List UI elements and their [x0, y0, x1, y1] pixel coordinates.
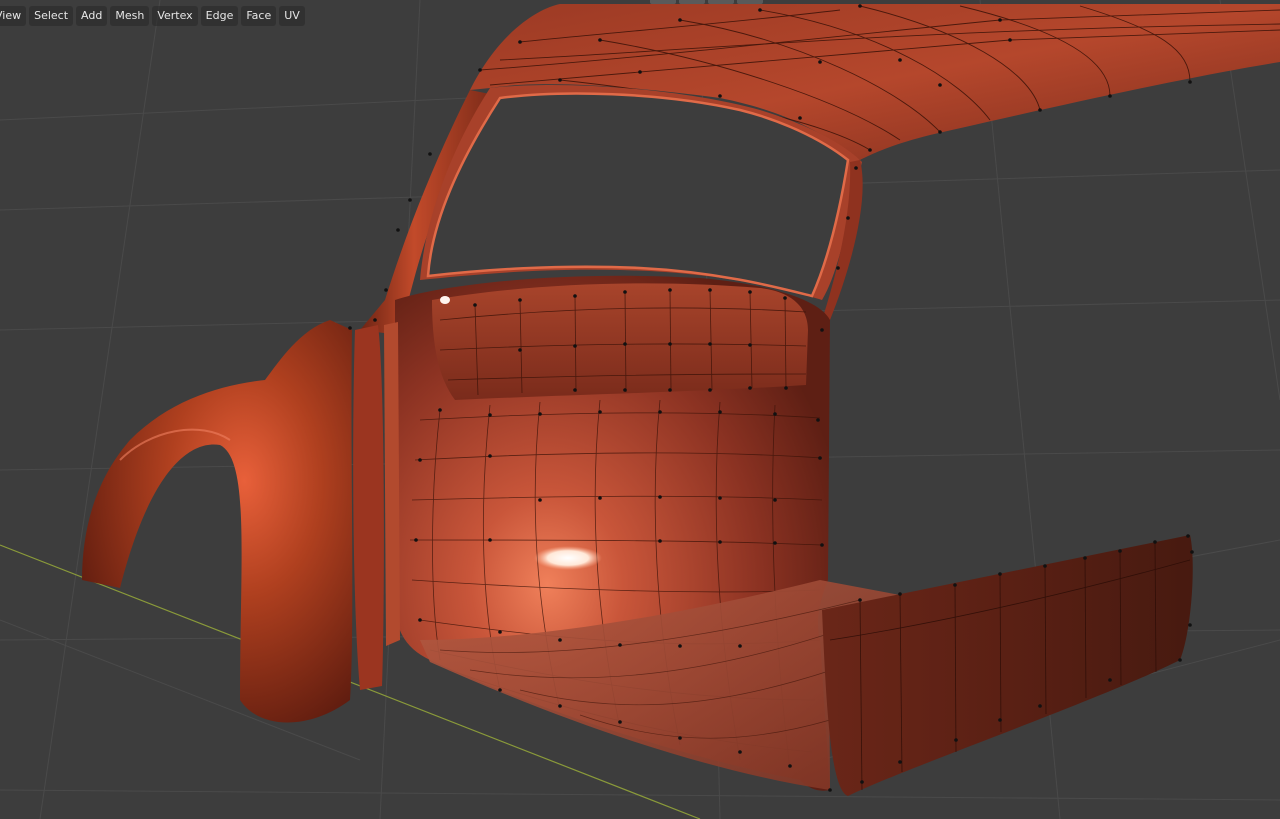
menu-add[interactable]: Add [76, 6, 108, 26]
menu-select[interactable]: Select [29, 6, 74, 26]
menu-view[interactable]: View [0, 6, 27, 26]
door-edge-panel [353, 325, 384, 690]
header-tab[interactable] [679, 0, 705, 4]
3d-scene[interactable] [0, 0, 1280, 819]
menu-mesh[interactable]: Mesh [110, 6, 150, 26]
menu-face[interactable]: Face [241, 6, 277, 26]
menu-uv[interactable]: UV [279, 6, 305, 26]
header-tab[interactable] [708, 0, 734, 4]
rear-fender [82, 320, 353, 723]
header-tab[interactable] [650, 0, 676, 4]
3d-viewport[interactable]: View Select Add Mesh Vertex Edge Face UV [0, 0, 1280, 819]
menu-vertex[interactable]: Vertex [152, 6, 198, 26]
specular-highlight [534, 546, 602, 570]
header-tab[interactable] [737, 0, 763, 4]
viewport-menu-bar: View Select Add Mesh Vertex Edge Face UV [0, 6, 305, 26]
menu-edge[interactable]: Edge [200, 6, 239, 26]
header-tab-strip [650, 0, 763, 4]
